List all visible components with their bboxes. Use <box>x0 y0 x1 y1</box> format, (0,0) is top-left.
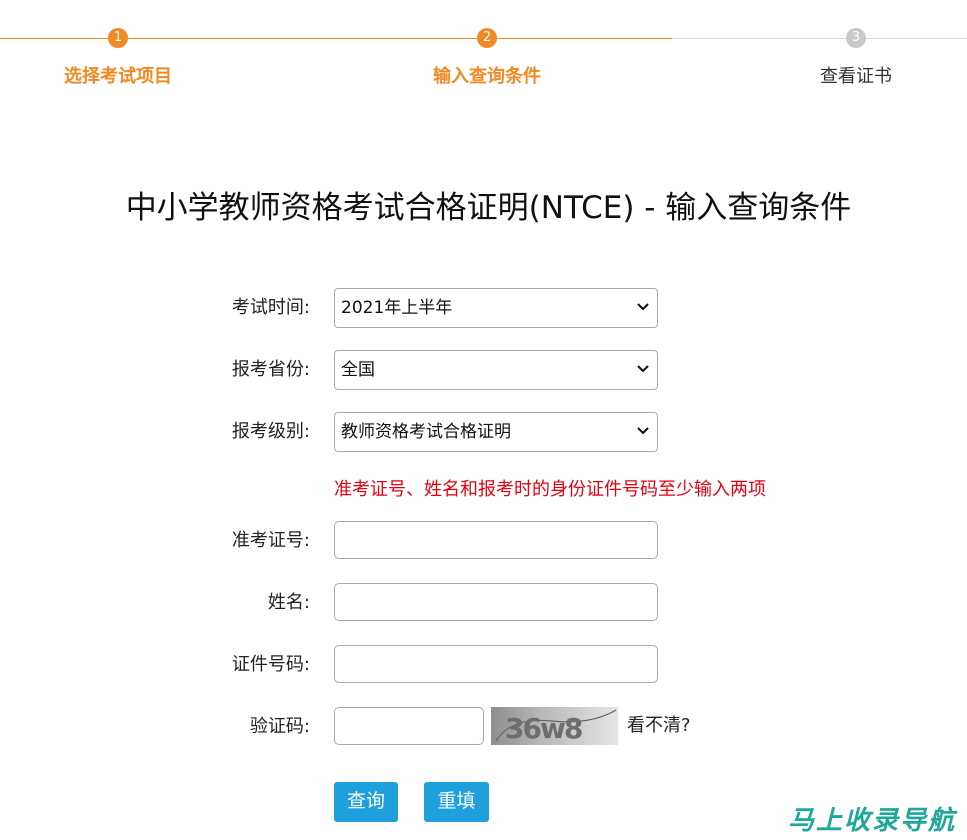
input-hint: 准考证号、姓名和报考时的身份证件号码至少输入两项 <box>334 479 766 500</box>
ticket-no-input[interactable] <box>334 521 658 559</box>
level-label: 报考级别: <box>231 421 310 442</box>
level-select[interactable]: 教师资格考试合格证明 <box>334 412 658 452</box>
id-no-label: 证件号码: <box>231 654 310 675</box>
captcha-graphic: 36w8 <box>495 709 617 745</box>
step-progress: 1 选择考试项目 2 输入查询条件 3 查看证书 <box>0 0 967 100</box>
watermark-logo: 马上收录导航 <box>788 806 957 836</box>
chevron-down-icon <box>637 303 649 311</box>
province-select[interactable]: 全国 <box>334 350 658 390</box>
name-input[interactable] <box>334 583 658 621</box>
name-row: 姓名: <box>0 583 967 623</box>
province-row: 报考省份: 全国 <box>0 350 967 390</box>
ticket-no-label: 准考证号: <box>231 530 310 551</box>
captcha-input[interactable] <box>334 707 484 745</box>
step-select-exam: 1 选择考试项目 <box>18 28 218 88</box>
query-button[interactable]: 查询 <box>334 782 398 822</box>
captcha-image[interactable]: 36w8 <box>491 707 618 745</box>
province-label: 报考省份: <box>231 359 310 380</box>
ticket-no-row: 准考证号: <box>0 521 967 561</box>
captcha-row: 验证码: <box>0 707 967 747</box>
page-title: 中小学教师资格考试合格证明(NTCE) - 输入查询条件 <box>125 190 852 226</box>
province-value: 全国 <box>341 360 375 380</box>
step-enter-conditions: 2 输入查询条件 <box>387 28 587 88</box>
exam-time-value: 2021年上半年 <box>341 298 453 318</box>
level-row: 报考级别: 教师资格考试合格证明 <box>0 412 967 452</box>
captcha-label: 验证码: <box>249 716 310 737</box>
id-no-input[interactable] <box>334 645 658 683</box>
id-no-row: 证件号码: <box>0 645 967 685</box>
step-label: 选择考试项目 <box>64 66 172 87</box>
chevron-down-icon <box>637 365 649 373</box>
name-label: 姓名: <box>267 592 310 613</box>
exam-time-row: 考试时间: 2021年上半年 <box>0 288 967 328</box>
captcha-text: 36w8 <box>505 712 582 745</box>
reset-button[interactable]: 重填 <box>424 782 489 822</box>
chevron-down-icon <box>637 427 649 435</box>
step-label: 查看证书 <box>820 66 892 87</box>
step-view-certificate: 3 查看证书 <box>756 28 956 88</box>
step-label: 输入查询条件 <box>433 66 541 87</box>
level-value: 教师资格考试合格证明 <box>341 422 511 442</box>
exam-time-label: 考试时间: <box>231 297 310 318</box>
exam-time-select[interactable]: 2021年上半年 <box>334 288 658 328</box>
step-number: 1 <box>108 28 128 48</box>
step-number: 2 <box>477 28 497 48</box>
step-number: 3 <box>846 28 866 48</box>
captcha-refresh-link[interactable]: 看不清? <box>627 707 691 745</box>
